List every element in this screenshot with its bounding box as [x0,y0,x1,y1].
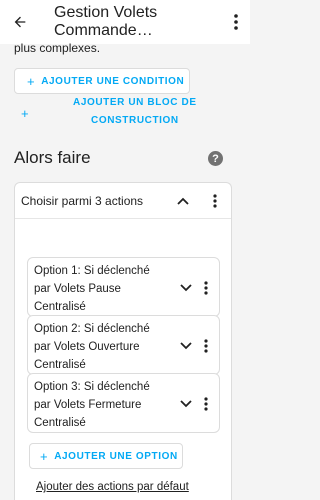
option-label: Option 1: Si déclenché par Volets Pause … [34,265,150,313]
add-block-label-line2: CONSTRUCTION [91,115,179,126]
add-block-button[interactable]: + AJOUTER UN BLOC DE CONSTRUCTION [14,96,224,130]
plus-icon: + [21,106,30,121]
more-vertical-icon[interactable] [207,193,223,209]
option-label: Option 3: Si déclenché par Volets Fermet… [34,381,150,429]
add-option-label: AJOUTER UNE OPTION [54,450,178,462]
chevron-down-icon[interactable] [178,396,194,412]
choose-actions-card: Choisir parmi 3 actions Option 1: Si déc… [14,182,232,500]
option-item-2[interactable]: Option 2: Si déclenché par Volets Ouvert… [27,315,220,375]
add-condition-button[interactable]: + AJOUTER UNE CONDITION [14,68,190,94]
intro-text: plus complexes. [14,41,101,55]
plus-icon: + [27,73,36,89]
help-icon[interactable]: ? [208,151,223,166]
add-block-label-line1: AJOUTER UN BLOC DE [73,97,197,108]
more-vertical-icon[interactable] [226,10,246,34]
chevron-down-icon[interactable] [178,280,194,296]
add-default-actions-link[interactable]: Ajouter des actions par défaut [36,481,189,493]
option-item-1[interactable]: Option 1: Si déclenché par Volets Pause … [27,257,220,317]
chevron-down-icon[interactable] [178,338,194,354]
choose-actions-header[interactable]: Choisir parmi 3 actions [15,183,231,219]
chevron-up-icon[interactable] [175,193,191,209]
more-vertical-icon[interactable] [198,338,214,354]
add-condition-label: AJOUTER UNE CONDITION [41,75,185,87]
page-title: Gestion Volets Commande… [54,4,158,39]
section-title: Alors faire [14,148,91,167]
add-option-button[interactable]: + AJOUTER UNE OPTION [29,443,183,469]
app-bar: Gestion Volets Commande… [0,0,250,44]
more-vertical-icon[interactable] [198,396,214,412]
option-item-3[interactable]: Option 3: Si déclenché par Volets Fermet… [27,373,220,433]
back-arrow-icon[interactable] [8,10,32,34]
option-label: Option 2: Si déclenché par Volets Ouvert… [34,323,150,371]
plus-icon: + [40,448,49,464]
more-vertical-icon[interactable] [198,280,214,296]
choose-actions-label: Choisir parmi 3 actions [21,194,144,208]
